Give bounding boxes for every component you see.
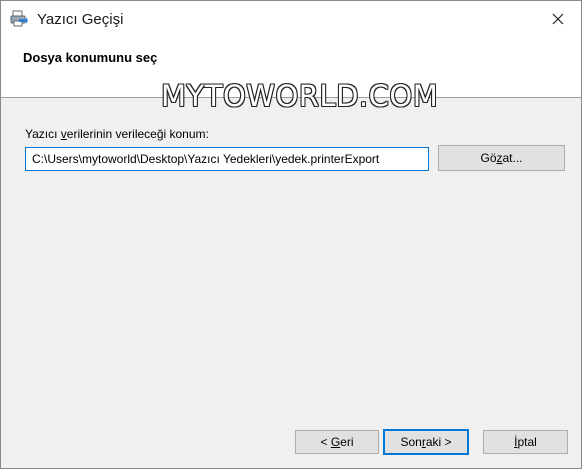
printer-migration-icon xyxy=(10,10,28,28)
location-label: Yazıcı verilerinin verileceği konum: xyxy=(25,127,209,141)
next-button[interactable]: Son r aki > xyxy=(383,429,469,455)
close-icon xyxy=(552,13,564,25)
title-bar: Yazıcı Geçişi xyxy=(1,1,581,39)
cancel-button[interactable]: İptal xyxy=(483,430,568,454)
page-title: Dosya konumunu seç xyxy=(23,50,158,65)
browse-button[interactable]: Gö z at... xyxy=(438,145,565,171)
back-button[interactable]: < Geri xyxy=(295,430,379,454)
location-path-input[interactable] xyxy=(25,147,429,171)
window-title: Yazıcı Geçişi xyxy=(37,11,124,28)
printer-migration-dialog: Yazıcı Geçişi Dosya konumunu seç MYTOWOR… xyxy=(0,0,582,469)
close-button[interactable] xyxy=(535,1,581,37)
watermark: MYTOWORLD.COM xyxy=(161,79,439,113)
